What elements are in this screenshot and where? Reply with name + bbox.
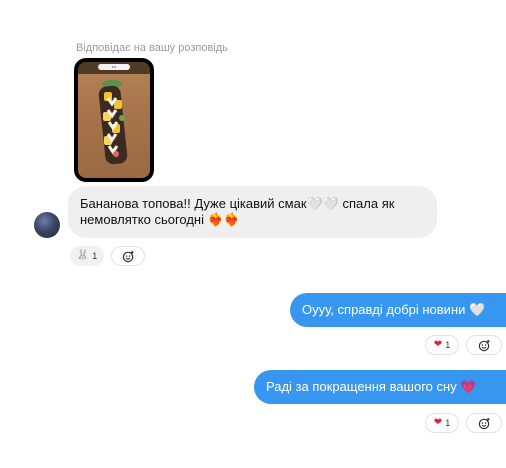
sender-avatar[interactable]	[34, 212, 60, 238]
add-reaction-button-2[interactable]	[466, 413, 502, 433]
incoming-message[interactable]: Бананова топова!! Дуже цікавий смак🤍🤍 сп…	[68, 186, 437, 238]
add-reaction-button-1[interactable]	[466, 335, 502, 355]
smiley-plus-icon	[478, 417, 490, 429]
smiley-plus-icon	[122, 250, 134, 262]
incoming-message-line2: немовлятко сьогодні ❤️‍🔥❤️‍🔥	[80, 212, 240, 227]
reaction-count: 1	[445, 340, 451, 350]
story-thumbnail[interactable]: •••	[74, 58, 154, 182]
story-reply-caption: Відповідає на вашу розповідь	[76, 42, 228, 54]
reaction-count: 1	[92, 251, 98, 261]
outgoing-message-text: Оууу, справді добрі новини 🤍	[302, 302, 486, 317]
heart-icon: ❤	[433, 339, 443, 350]
dessert-photo	[98, 80, 128, 165]
heart-icon: ❤	[433, 417, 443, 428]
smiley-plus-icon	[478, 339, 490, 351]
reaction-count: 1	[445, 418, 451, 428]
outgoing-message-2[interactable]: Раді за покращення вашого сну 💗	[254, 370, 506, 404]
incoming-reaction-badge[interactable]: 🐰 1	[70, 246, 104, 266]
incoming-message-line1: Бананова топова!! Дуже цікавий смак🤍🤍 сп…	[80, 196, 395, 211]
add-reaction-button[interactable]	[111, 246, 145, 266]
outgoing-reaction-badge-1[interactable]: ❤ 1	[425, 335, 459, 355]
outgoing-reaction-badge-2[interactable]: ❤ 1	[425, 413, 459, 433]
bunny-emoji-icon: 🐰	[76, 250, 90, 261]
outgoing-message-text: Раді за покращення вашого сну 💗	[266, 379, 477, 394]
outgoing-message-1[interactable]: Оууу, справді добрі новини 🤍	[290, 293, 506, 327]
